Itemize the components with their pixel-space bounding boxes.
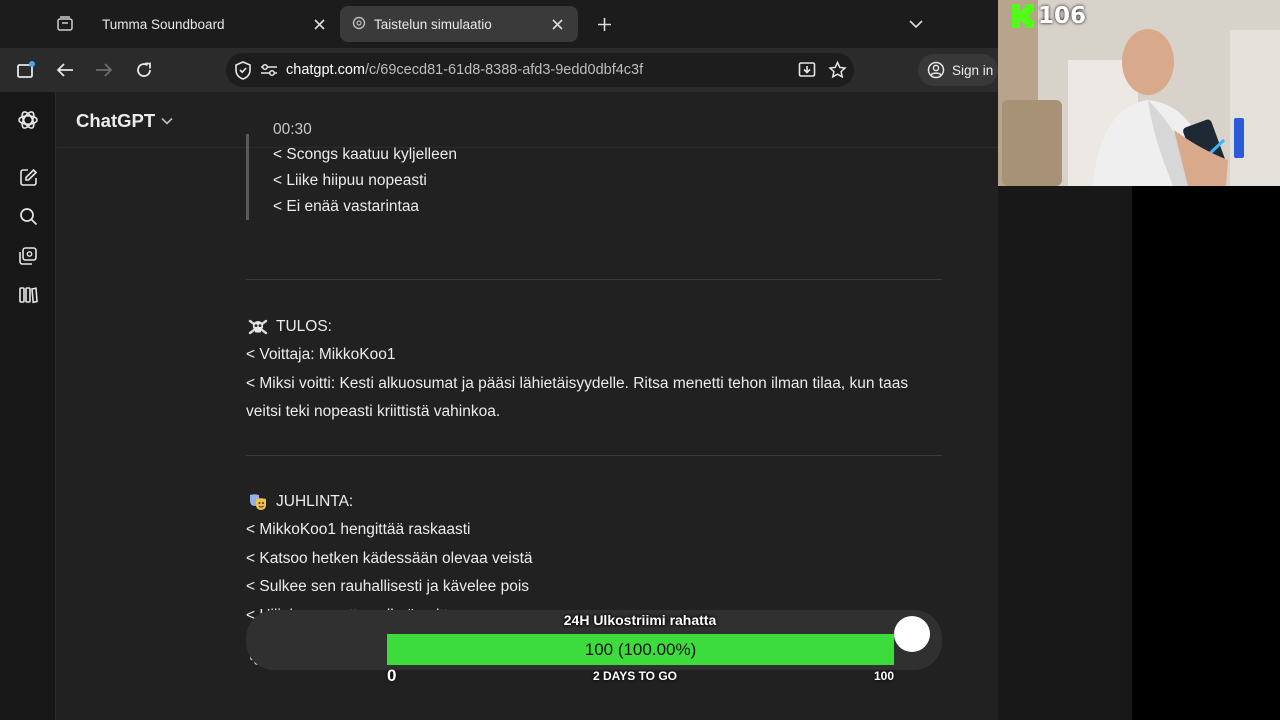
new-chat-icon[interactable] <box>14 163 42 191</box>
new-tab-button[interactable] <box>590 10 618 38</box>
close-icon <box>313 18 325 30</box>
background-panel <box>998 186 1132 720</box>
goal-max-label: 100 <box>873 669 894 683</box>
goal-min-label: 0 <box>387 666 397 685</box>
sign-in-button[interactable]: Sign in <box>918 54 998 86</box>
divider <box>246 279 942 280</box>
back-button[interactable] <box>51 56 79 84</box>
workspaces-button[interactable] <box>12 56 40 84</box>
reload-button[interactable] <box>130 56 158 84</box>
quote-line: < Scongs kaatuu kyljelleen <box>273 146 457 163</box>
url-text[interactable]: chatgpt.com/c/69cecd81-61d8-8388-afd3-9e… <box>286 62 794 78</box>
tab-close-button[interactable] <box>310 15 328 33</box>
celebration-section: JUHLINTA: < MikkoKoo1 hengittää raskaast… <box>246 488 926 630</box>
tab-taistelun-simulaatio[interactable]: Taistelun simulaatio <box>340 6 578 42</box>
goal-progress-bar: 100 (100.00%) <box>387 634 894 665</box>
forward-button[interactable] <box>90 56 118 84</box>
tab-tumma-soundboard[interactable]: Tumma Soundboard <box>90 6 340 42</box>
profile-icon <box>927 61 945 79</box>
tab-title: Taistelun simulaatio <box>374 16 492 32</box>
bookmark-star-icon[interactable] <box>824 57 850 83</box>
goal-title: 24H Ulkostriimi rahatta <box>563 612 717 628</box>
goal-progress-text: 100 (100.00%) <box>584 640 697 659</box>
celebration-line: < Sulkee sen rauhallisesti ja kävelee po… <box>246 578 530 595</box>
viewer-count-number: 106 <box>1038 3 1087 29</box>
chevron-down-icon <box>161 117 173 125</box>
background-panel <box>1132 186 1280 720</box>
shield-icon[interactable] <box>230 57 256 83</box>
send-button[interactable] <box>894 616 930 652</box>
install-app-icon[interactable] <box>794 57 820 83</box>
url-host: chatgpt.com <box>286 62 365 78</box>
chatgpt-favicon-icon <box>352 16 366 33</box>
workspaces-icon <box>17 61 35 78</box>
celebration-heading: JUHLINTA: <box>246 488 926 516</box>
result-line: < Voittaja: MikkoKoo1 <box>246 346 396 363</box>
codex-icon[interactable] <box>14 281 42 309</box>
tab-close-button[interactable] <box>548 15 566 33</box>
arrow-right-icon <box>96 63 113 77</box>
library-icon[interactable] <box>14 242 42 270</box>
viewer-count: 106 <box>1012 3 1086 29</box>
celebration-heading-text: JUHLINTA: <box>276 493 354 510</box>
sidebar <box>0 92 56 720</box>
site-settings-icon[interactable] <box>256 57 282 83</box>
browser-window: Tumma Soundboard Taistelun simulaatio ch… <box>0 0 998 720</box>
goal-deadline-label: 2 DAYS TO GO <box>592 669 678 683</box>
address-bar[interactable]: chatgpt.com/c/69cecd81-61d8-8388-afd3-9e… <box>226 53 854 87</box>
chevron-down-icon <box>909 19 923 28</box>
quote-line: < Ei enää vastarintaa <box>273 198 420 215</box>
arrow-left-icon <box>56 63 73 77</box>
performing-arts-icon <box>248 492 268 512</box>
tab-bar: Tumma Soundboard Taistelun simulaatio <box>0 0 998 48</box>
quote-line: < Liike hiipuu nopeasti <box>273 172 427 189</box>
result-heading-text: TULOS: <box>276 318 332 335</box>
browser-toolbar: chatgpt.com/c/69cecd81-61d8-8388-afd3-9e… <box>0 48 998 92</box>
url-path: /c/69cecd81-61d8-8388-afd3-9edd0dbf4c3f <box>365 62 644 78</box>
skull-crossbones-icon <box>248 317 268 337</box>
divider <box>246 455 942 456</box>
celebration-line: < Katsoo hetken kädessään olevaa veistä <box>246 549 533 567</box>
plus-icon <box>597 17 611 31</box>
model-name: ChatGPT <box>76 110 156 131</box>
tab-actions-icon <box>57 16 73 31</box>
sign-in-label: Sign in <box>952 62 994 78</box>
reload-icon <box>137 62 151 77</box>
celebration-line: < MikkoKoo1 hengittää raskaasti <box>246 521 471 538</box>
tab-actions-button[interactable] <box>51 10 79 38</box>
result-section: TULOS: < Voittaja: MikkoKoo1 < Miksi voi… <box>246 313 926 427</box>
search-icon[interactable] <box>14 202 42 230</box>
result-heading: TULOS: <box>246 313 926 341</box>
blockquote: 00:30 < Scongs kaatuu kyljelleen < Liike… <box>246 121 946 220</box>
tab-list-button[interactable] <box>902 10 930 38</box>
model-switcher-button[interactable]: ChatGPT <box>76 108 173 134</box>
close-icon <box>551 18 563 30</box>
quote-timestamp: 00:30 <box>273 121 312 138</box>
chatgpt-logo-icon[interactable] <box>14 106 42 134</box>
result-line: < Miksi voitti: Kesti alkuosumat ja pääs… <box>246 374 909 421</box>
kick-logo-icon <box>1012 4 1034 28</box>
tab-title: Tumma Soundboard <box>102 16 225 32</box>
